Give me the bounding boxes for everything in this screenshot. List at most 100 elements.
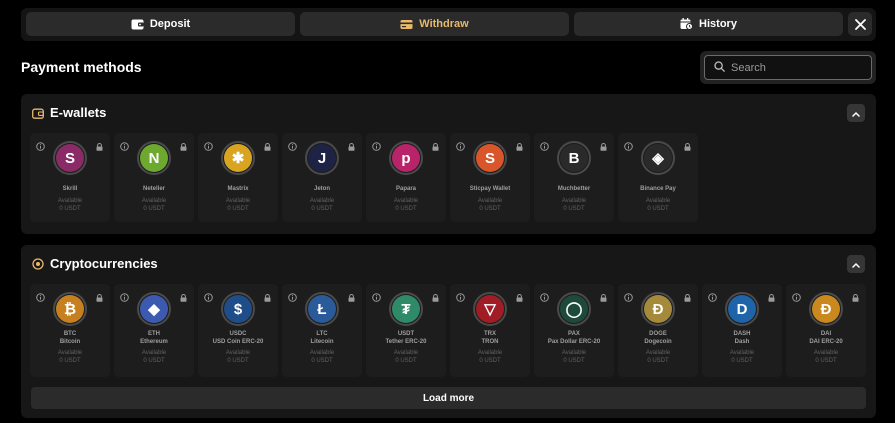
info-icon[interactable] bbox=[204, 289, 213, 307]
payment-method-card[interactable]: ₿ BTC Bitcoin Available 0 USDT bbox=[30, 284, 110, 377]
info-icon[interactable] bbox=[288, 289, 297, 307]
dai-logo: Ð bbox=[809, 292, 843, 326]
lock-icon bbox=[768, 289, 775, 307]
payment-method-texts: DOGE Dogecoin Available 0 USDT bbox=[618, 330, 698, 365]
crypto-section: Cryptocurrencies ₿ BTC Bitcoin Available 0 U… bbox=[21, 245, 876, 418]
search-input[interactable] bbox=[731, 61, 861, 74]
neteller-logo: N bbox=[137, 141, 171, 175]
payment-method-card[interactable]: ◯ PAX Pax Dollar ERC-20 Available 0 USDT bbox=[534, 284, 614, 377]
payment-method-card[interactable]: J Jeton Available 0 USDT bbox=[282, 133, 362, 222]
info-icon[interactable] bbox=[36, 289, 45, 307]
lock-icon bbox=[96, 138, 103, 156]
page-title: Payment methods bbox=[21, 59, 142, 75]
usdc-logo: $ bbox=[221, 292, 255, 326]
wallet-icon bbox=[131, 19, 144, 30]
available-amount: 0 USDT bbox=[731, 358, 753, 364]
info-icon[interactable] bbox=[36, 138, 45, 156]
info-icon[interactable] bbox=[540, 289, 549, 307]
payment-method-name: Muchbetter bbox=[557, 186, 591, 192]
lock-icon bbox=[852, 289, 859, 307]
available-amount: 0 USDT bbox=[59, 358, 81, 364]
available-amount: 0 USDT bbox=[311, 358, 333, 364]
info-icon[interactable] bbox=[120, 138, 129, 156]
payment-method-card[interactable]: Ð DAI DAI ERC-20 Available 0 USDT bbox=[786, 284, 866, 377]
payment-method-name: BTC bbox=[63, 331, 77, 337]
payment-method-card[interactable]: ▽ TRX TRON Available 0 USDT bbox=[450, 284, 530, 377]
payment-method-texts: Skrill Available 0 USDT bbox=[30, 185, 110, 213]
tab-deposit[interactable]: Deposit bbox=[26, 12, 295, 36]
info-icon[interactable] bbox=[204, 138, 213, 156]
payment-method-fullname: Ethereum bbox=[140, 339, 168, 345]
search-icon bbox=[714, 59, 725, 77]
payment-method-card[interactable]: ◈ Binance Pay Available 0 USDT bbox=[618, 133, 698, 222]
info-icon[interactable] bbox=[372, 138, 381, 156]
info-icon[interactable] bbox=[456, 138, 465, 156]
payment-method-texts: Mastrix Available 0 USDT bbox=[198, 185, 278, 213]
close-button[interactable] bbox=[848, 12, 872, 36]
info-icon[interactable] bbox=[540, 138, 549, 156]
tron-logo: ▽ bbox=[473, 292, 507, 326]
tab-history[interactable]: History bbox=[574, 12, 843, 36]
info-icon[interactable] bbox=[372, 289, 381, 307]
search-container bbox=[700, 51, 876, 84]
available-amount: 0 USDT bbox=[143, 206, 165, 212]
payment-method-card[interactable]: D DASH Dash Available 0 USDT bbox=[702, 284, 782, 377]
payment-method-card[interactable]: p Papara Available 0 USDT bbox=[366, 133, 446, 222]
payment-method-texts: PAX Pax Dollar ERC-20 Available 0 USDT bbox=[534, 330, 614, 365]
lock-icon bbox=[264, 138, 271, 156]
load-more-button[interactable]: Load more bbox=[31, 387, 866, 409]
info-icon[interactable] bbox=[288, 138, 297, 156]
payment-method-card[interactable]: Ł LTC Litecoin Available 0 USDT bbox=[282, 284, 362, 377]
info-icon[interactable] bbox=[120, 289, 129, 307]
wallet-outline-icon bbox=[32, 106, 44, 124]
payment-method-card[interactable]: ✱ Mastrix Available 0 USDT bbox=[198, 133, 278, 222]
available-label: Available bbox=[393, 198, 419, 204]
available-label: Available bbox=[477, 198, 503, 204]
available-amount: 0 USDT bbox=[59, 206, 81, 212]
available-label: Available bbox=[393, 350, 419, 356]
info-icon[interactable] bbox=[708, 289, 717, 307]
ewallets-collapse-button[interactable] bbox=[847, 104, 865, 122]
tab-withdraw[interactable]: Withdraw bbox=[300, 12, 569, 36]
search-field[interactable] bbox=[704, 55, 872, 80]
info-icon[interactable] bbox=[792, 289, 801, 307]
payment-method-card[interactable]: Ð DOGE Dogecoin Available 0 USDT bbox=[618, 284, 698, 377]
payment-method-fullname: TRON bbox=[481, 339, 499, 345]
payment-method-fullname: DAI ERC-20 bbox=[809, 339, 843, 345]
payment-method-name: Binance Pay bbox=[640, 186, 676, 192]
calendar-clock-icon bbox=[680, 18, 694, 30]
payment-method-card[interactable]: N Neteller Available 0 USDT bbox=[114, 133, 194, 222]
papara-logo: p bbox=[389, 141, 423, 175]
payment-method-texts: USDC USD Coin ERC-20 Available 0 USDT bbox=[198, 330, 278, 365]
available-amount: 0 USDT bbox=[311, 206, 333, 212]
muchbetter-logo: B bbox=[557, 141, 591, 175]
lock-icon bbox=[684, 289, 691, 307]
lock-icon bbox=[600, 289, 607, 307]
chevron-up-icon bbox=[852, 255, 860, 273]
payment-method-name: LTC bbox=[316, 331, 328, 337]
payment-method-card[interactable]: S Skrill Available 0 USDT bbox=[30, 133, 110, 222]
available-amount: 0 USDT bbox=[395, 206, 417, 212]
payment-method-card[interactable]: $ USDC USD Coin ERC-20 Available 0 USDT bbox=[198, 284, 278, 377]
crypto-collapse-button[interactable] bbox=[847, 255, 865, 273]
ewallets-list: S Skrill Available 0 USDT N Neteller Available… bbox=[30, 133, 698, 222]
payment-method-texts: Jeton Available 0 USDT bbox=[282, 185, 362, 213]
payment-method-texts: LTC Litecoin Available 0 USDT bbox=[282, 330, 362, 365]
lock-icon bbox=[516, 138, 523, 156]
available-label: Available bbox=[645, 198, 671, 204]
available-amount: 0 USDT bbox=[815, 358, 837, 364]
available-label: Available bbox=[477, 350, 503, 356]
lock-icon bbox=[516, 289, 523, 307]
info-icon[interactable] bbox=[624, 289, 633, 307]
jeton-logo: J bbox=[305, 141, 339, 175]
skrill-logo: S bbox=[53, 141, 87, 175]
payment-method-card[interactable]: B Muchbetter Available 0 USDT bbox=[534, 133, 614, 222]
info-icon[interactable] bbox=[456, 289, 465, 307]
payment-method-card[interactable]: ₮ USDT Tether ERC-20 Available 0 USDT bbox=[366, 284, 446, 377]
payment-method-texts: BTC Bitcoin Available 0 USDT bbox=[30, 330, 110, 365]
info-icon[interactable] bbox=[624, 138, 633, 156]
payment-method-card[interactable]: ◆ ETH Ethereum Available 0 USDT bbox=[114, 284, 194, 377]
payment-method-card[interactable]: S Sticpay Wallet Available 0 USDT bbox=[450, 133, 530, 222]
available-amount: 0 USDT bbox=[647, 206, 669, 212]
payment-method-fullname: USD Coin ERC-20 bbox=[212, 339, 264, 345]
